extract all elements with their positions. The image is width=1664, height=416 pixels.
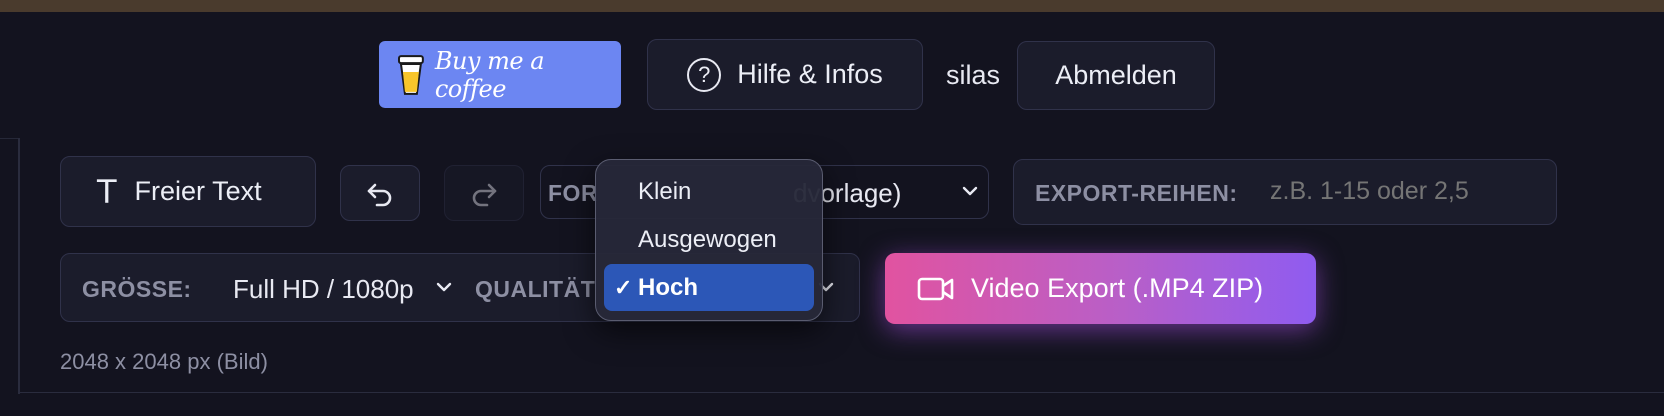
free-text-label: Freier Text: [134, 176, 262, 206]
size-label: GRÖSSE:: [82, 276, 192, 302]
help-label: Hilfe & Infos: [737, 59, 883, 89]
question-icon: ?: [687, 57, 722, 92]
checkmark-icon: ✓: [614, 275, 633, 300]
format-label: FOR: [548, 180, 599, 206]
divider: [18, 392, 1664, 393]
quality-option-hoch[interactable]: ✓ Hoch: [604, 264, 814, 311]
coffee-label: Buy me a coffee: [434, 46, 545, 103]
undo-button[interactable]: [340, 165, 420, 221]
option-label: Hoch: [638, 273, 698, 301]
top-strip: [0, 0, 1664, 12]
option-label: Ausgewogen: [638, 225, 777, 253]
video-camera-icon: [917, 277, 954, 300]
free-text-button[interactable]: T Freier Text: [60, 156, 316, 227]
option-label: Klein: [638, 177, 692, 205]
quality-label: QUALITÄT: [475, 276, 596, 302]
quality-dropdown-menu: Klein Ausgewogen ✓ Hoch: [595, 159, 823, 321]
quality-option-ausgewogen[interactable]: Ausgewogen: [604, 216, 814, 263]
video-export-button[interactable]: Video Export (.MP4 ZIP): [885, 253, 1316, 324]
text-icon: T: [97, 172, 117, 211]
buy-me-a-coffee-button[interactable]: Buy me a coffee: [379, 41, 621, 108]
redo-button[interactable]: [444, 165, 524, 221]
coffee-cup-icon: [397, 54, 424, 95]
undo-icon: [367, 183, 392, 207]
video-export-label: Video Export (.MP4 ZIP): [971, 273, 1264, 303]
redo-icon: [472, 183, 497, 207]
logout-button[interactable]: Abmelden: [1017, 41, 1215, 110]
size-select[interactable]: Full HD / 1080p: [233, 274, 414, 305]
export-rows-label: EXPORT-REIHEN:: [1035, 180, 1238, 206]
chevron-down-icon: [436, 282, 452, 292]
help-button[interactable]: ? Hilfe & Infos: [647, 39, 923, 110]
chevron-down-icon: [962, 186, 978, 196]
export-rows-input[interactable]: [1268, 176, 1542, 207]
output-dimensions: 2048 x 2048 px (Bild): [60, 349, 268, 374]
username: silas: [946, 60, 1001, 90]
quality-option-klein[interactable]: Klein: [604, 168, 814, 215]
